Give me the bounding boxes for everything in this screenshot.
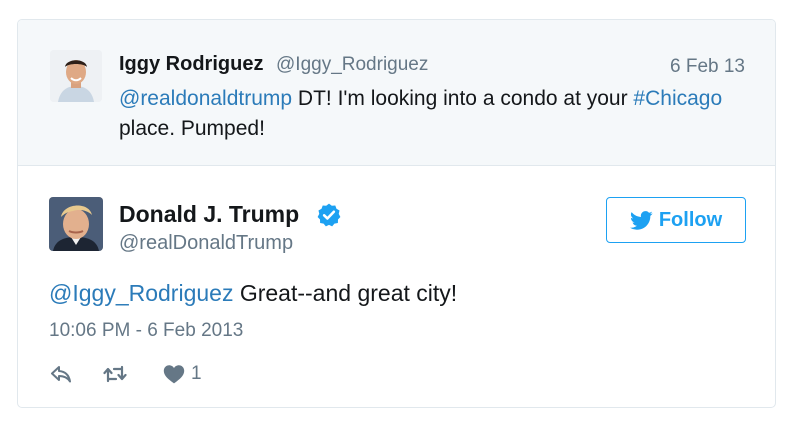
reply-button[interactable] [49, 362, 73, 386]
follow-label: Follow [658, 208, 723, 231]
parent-text-part: DT! I'm looking into a condo at your [292, 87, 634, 110]
embedded-tweet-card: Iggy Rodriguez @Iggy_Rodriguez 6 Feb 13 … [17, 19, 776, 408]
tweet-actions: 1 [49, 362, 202, 386]
author-name[interactable]: Donald J. Trump [119, 201, 299, 228]
mention-link[interactable]: @realdonaldtrump [119, 87, 292, 110]
parent-tweet-date[interactable]: 6 Feb 13 [670, 56, 745, 78]
mention-link[interactable]: @Iggy_Rodriguez [49, 280, 233, 306]
twitter-bird-icon [629, 210, 653, 230]
verified-badge-icon [317, 203, 341, 227]
like-count: 1 [191, 363, 202, 384]
parent-text-part: place. Pumped! [119, 117, 265, 140]
retweet-icon [103, 365, 127, 383]
hashtag-link[interactable]: #Chicago [633, 87, 722, 110]
parent-avatar[interactable] [50, 50, 102, 102]
follow-button[interactable]: Follow [606, 197, 746, 243]
tweet-text-body: Great--and great city! [233, 280, 458, 306]
author-avatar[interactable] [49, 197, 103, 251]
tweet-text: @Iggy_Rodriguez Great--and great city! [49, 280, 457, 307]
retweet-button[interactable] [103, 362, 127, 386]
parent-tweet-text: @realdonaldtrump DT! I'm looking into a … [119, 84, 739, 144]
author-handle[interactable]: @realDonaldTrump [119, 232, 293, 255]
heart-icon [163, 365, 185, 384]
tweet-timestamp[interactable]: 10:06 PM - 6 Feb 2013 [49, 320, 243, 342]
parent-author-handle[interactable]: @Iggy_Rodriguez [276, 54, 428, 76]
parent-tweet[interactable]: Iggy Rodriguez @Iggy_Rodriguez 6 Feb 13 … [18, 20, 775, 166]
like-button[interactable]: 1 [162, 362, 202, 386]
parent-author-name[interactable]: Iggy Rodriguez [119, 53, 263, 76]
reply-icon [51, 366, 71, 383]
